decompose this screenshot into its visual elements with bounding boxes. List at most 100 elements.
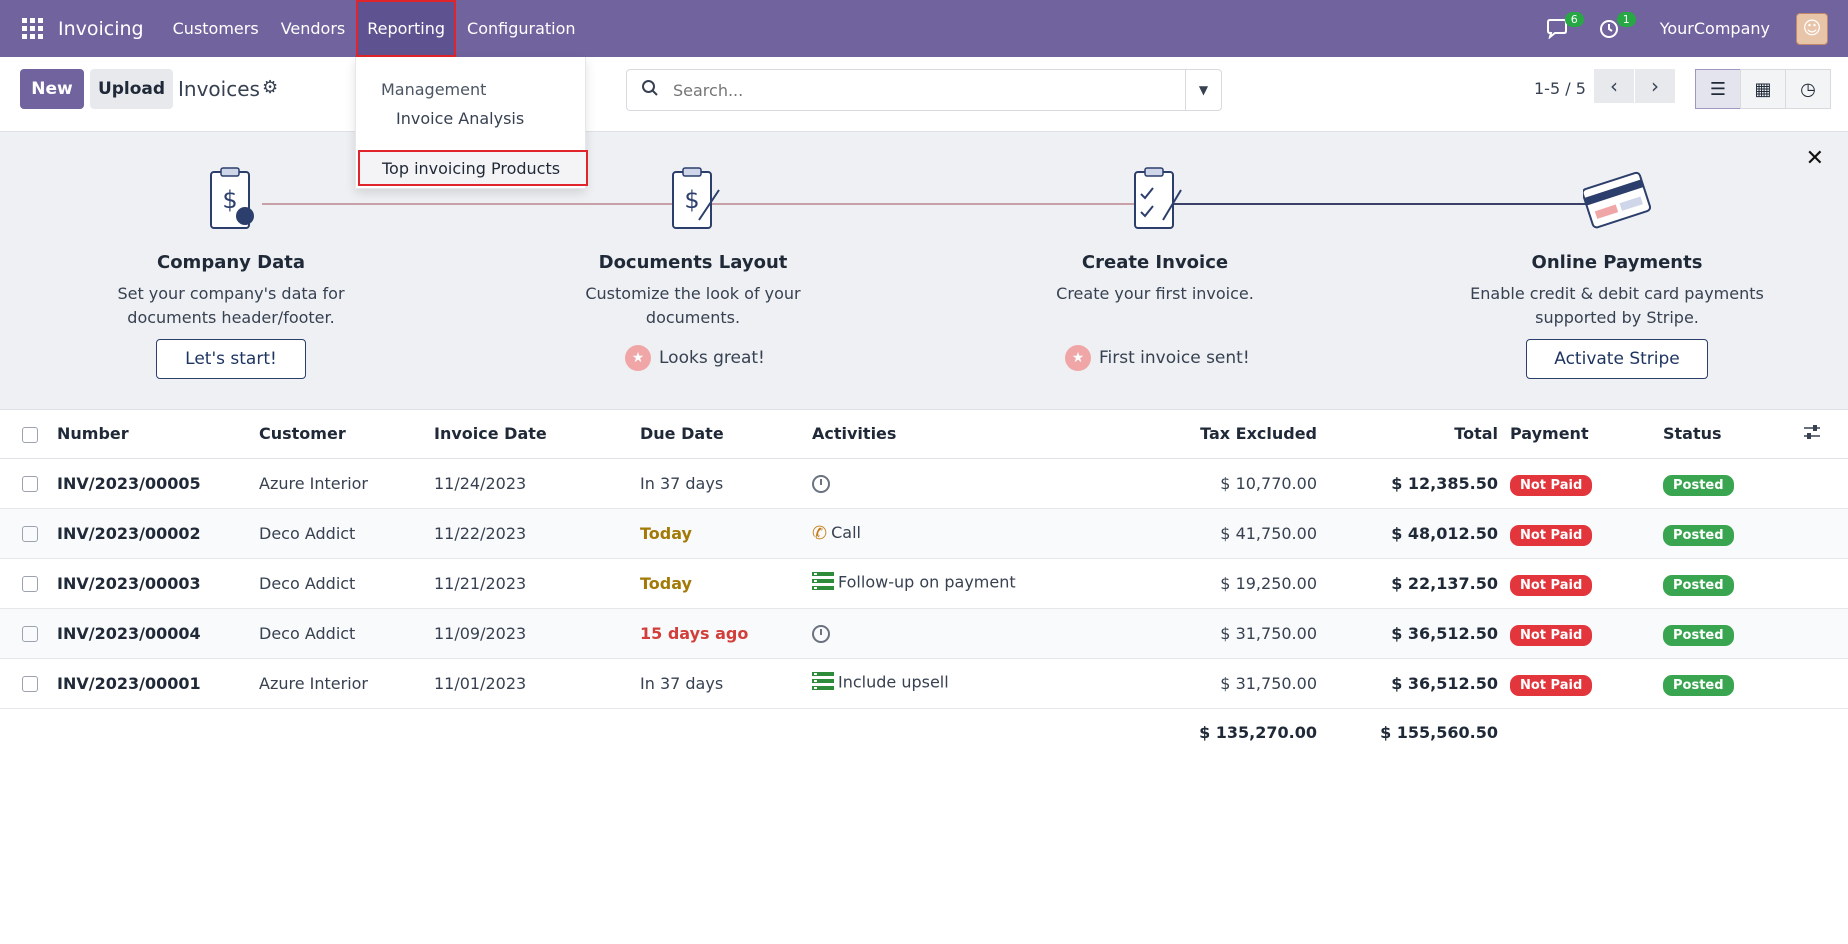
pager-next-button[interactable]: › <box>1635 69 1675 103</box>
star-icon: ★ <box>625 345 651 371</box>
col-due-date[interactable]: Due Date <box>640 410 812 459</box>
clock-icon: ◷ <box>1800 78 1816 100</box>
total[interactable]: $ 22,137.50 <box>1317 558 1498 609</box>
due-date[interactable]: Today <box>640 508 812 559</box>
tasks-icon[interactable] <box>812 572 834 594</box>
search-input[interactable] <box>673 80 1153 100</box>
due-date[interactable]: In 37 days <box>640 458 812 509</box>
customer-name[interactable]: Deco Addict <box>259 508 434 559</box>
col-tax-excluded[interactable]: Tax Excluded <box>1052 410 1317 459</box>
invoice-number[interactable]: INV/2023/00003 <box>57 558 259 609</box>
search-options-toggle[interactable]: ▼ <box>1185 70 1221 110</box>
menu-vendors[interactable]: Vendors <box>270 0 357 57</box>
invoice-date[interactable]: 11/22/2023 <box>434 508 640 559</box>
phone-icon[interactable]: ✆ <box>812 523 827 544</box>
optional-columns-cell <box>1803 410 1848 459</box>
menu-configuration[interactable]: Configuration <box>456 0 587 57</box>
menu-reporting[interactable]: Reporting <box>356 0 457 57</box>
activity-cell[interactable]: Include upsell <box>812 658 1052 709</box>
total[interactable]: $ 12,385.50 <box>1317 458 1498 509</box>
customer-name[interactable]: Deco Addict <box>259 608 434 659</box>
activate-stripe-button[interactable]: Activate Stripe <box>1526 339 1708 379</box>
activity-cell[interactable] <box>812 458 1052 509</box>
pager-previous-button[interactable]: ‹ <box>1594 69 1634 103</box>
step-done-label: Looks great! <box>659 348 765 368</box>
table-row[interactable]: INV/2023/00004 Deco Addict 11/09/2023 15 da… <box>0 608 1848 659</box>
menu-customers[interactable]: Customers <box>162 0 270 57</box>
progress-line <box>1164 203 1598 205</box>
invoice-number[interactable]: INV/2023/00005 <box>57 458 259 509</box>
new-button[interactable]: New <box>20 69 84 109</box>
pager-value[interactable]: 1-5 / 5 <box>1534 79 1586 98</box>
kanban-view-button[interactable]: ▦ <box>1740 69 1786 109</box>
tax-excluded[interactable]: $ 31,750.00 <box>1052 658 1317 709</box>
customer-name[interactable]: Azure Interior <box>259 458 434 509</box>
step-title: Create Invoice <box>1081 252 1229 273</box>
user-avatar[interactable]: ☺ <box>1796 12 1828 45</box>
activity-cell[interactable]: Follow-up on payment <box>812 558 1052 609</box>
tasks-icon[interactable] <box>812 672 834 694</box>
apps-menu-icon[interactable] <box>22 17 44 40</box>
row-checkbox[interactable] <box>22 676 38 692</box>
col-status[interactable]: Status <box>1663 410 1803 459</box>
row-checkbox[interactable] <box>22 526 38 542</box>
customer-name[interactable]: Azure Interior <box>259 658 434 709</box>
tax-excluded[interactable]: $ 19,250.00 <box>1052 558 1317 609</box>
clock-icon[interactable] <box>812 624 830 643</box>
gear-icon[interactable]: ⚙ <box>262 77 278 98</box>
invoice-table: Number Customer Invoice Date Due Date Ac… <box>0 410 1848 756</box>
clock-icon[interactable] <box>812 474 830 493</box>
invoice-date[interactable]: 11/09/2023 <box>434 608 640 659</box>
invoice-number[interactable]: INV/2023/00004 <box>57 608 259 659</box>
invoice-date[interactable]: 11/24/2023 <box>434 458 640 509</box>
row-checkbox[interactable] <box>22 576 38 592</box>
activity-cell[interactable]: ✆ Call <box>812 508 1052 559</box>
col-number[interactable]: Number <box>57 410 259 459</box>
total[interactable]: $ 36,512.50 <box>1317 608 1498 659</box>
col-activities[interactable]: Activities <box>812 410 1052 459</box>
invoice-date[interactable]: 11/01/2023 <box>434 658 640 709</box>
menu-invoice-analysis[interactable]: Invoice Analysis <box>396 109 524 128</box>
close-icon[interactable]: ✕ <box>1806 146 1824 171</box>
table-row[interactable]: INV/2023/00005 Azure Interior 11/24/2023 In… <box>0 458 1848 509</box>
company-switcher[interactable]: YourCompany <box>1660 19 1770 38</box>
activity-view-button[interactable]: ◷ <box>1785 69 1831 109</box>
tax-excluded[interactable]: $ 10,770.00 <box>1052 458 1317 509</box>
due-date[interactable]: 15 days ago <box>640 608 812 659</box>
table-row[interactable]: INV/2023/00002 Deco Addict 11/22/2023 Today… <box>0 508 1848 559</box>
reporting-dropdown: Management Invoice Analysis Top invoicin… <box>355 57 588 189</box>
total[interactable]: $ 48,012.50 <box>1317 508 1498 559</box>
upload-button[interactable]: Upload <box>90 69 173 109</box>
total[interactable]: $ 36,512.50 <box>1317 658 1498 709</box>
activity-cell[interactable] <box>812 608 1052 659</box>
activity-clock-icon[interactable]: 1 <box>1596 11 1636 42</box>
col-total[interactable]: Total <box>1317 410 1498 459</box>
step-done-status: ★ Looks great! <box>625 345 765 371</box>
checklist-icon <box>1134 167 1182 229</box>
row-checkbox[interactable] <box>22 476 38 492</box>
table-row[interactable]: INV/2023/00003 Deco Addict 11/21/2023 Today… <box>0 558 1848 609</box>
due-date[interactable]: Today <box>640 558 812 609</box>
menu-top-invoicing-products[interactable]: Top invoicing Products <box>358 150 588 186</box>
list-view-button[interactable]: ☰ <box>1695 69 1741 109</box>
customer-name[interactable]: Deco Addict <box>259 558 434 609</box>
dropdown-section-header: Management <box>381 80 487 99</box>
col-payment[interactable]: Payment <box>1498 410 1663 459</box>
row-checkbox[interactable] <box>22 626 38 642</box>
invoice-number[interactable]: INV/2023/00001 <box>57 658 259 709</box>
app-name[interactable]: Invoicing <box>58 18 144 40</box>
table-row[interactable]: INV/2023/00001 Azure Interior 11/01/2023 In… <box>0 658 1848 709</box>
lets-start-button[interactable]: Let's start! <box>156 339 306 379</box>
invoice-number[interactable]: INV/2023/00002 <box>57 508 259 559</box>
col-customer[interactable]: Customer <box>259 410 434 459</box>
chat-icon[interactable]: 6 <box>1544 11 1584 42</box>
invoice-date[interactable]: 11/21/2023 <box>434 558 640 609</box>
tax-excluded[interactable]: $ 41,750.00 <box>1052 508 1317 559</box>
due-date[interactable]: In 37 days <box>640 658 812 709</box>
step-title: Documents Layout <box>598 252 788 273</box>
select-all-checkbox[interactable] <box>22 426 38 443</box>
tax-excluded[interactable]: $ 31,750.00 <box>1052 608 1317 659</box>
step-description: Enable credit & debit card payments supp… <box>1470 284 1764 327</box>
col-invoice-date[interactable]: Invoice Date <box>434 410 640 459</box>
sliders-icon[interactable] <box>1803 424 1821 444</box>
